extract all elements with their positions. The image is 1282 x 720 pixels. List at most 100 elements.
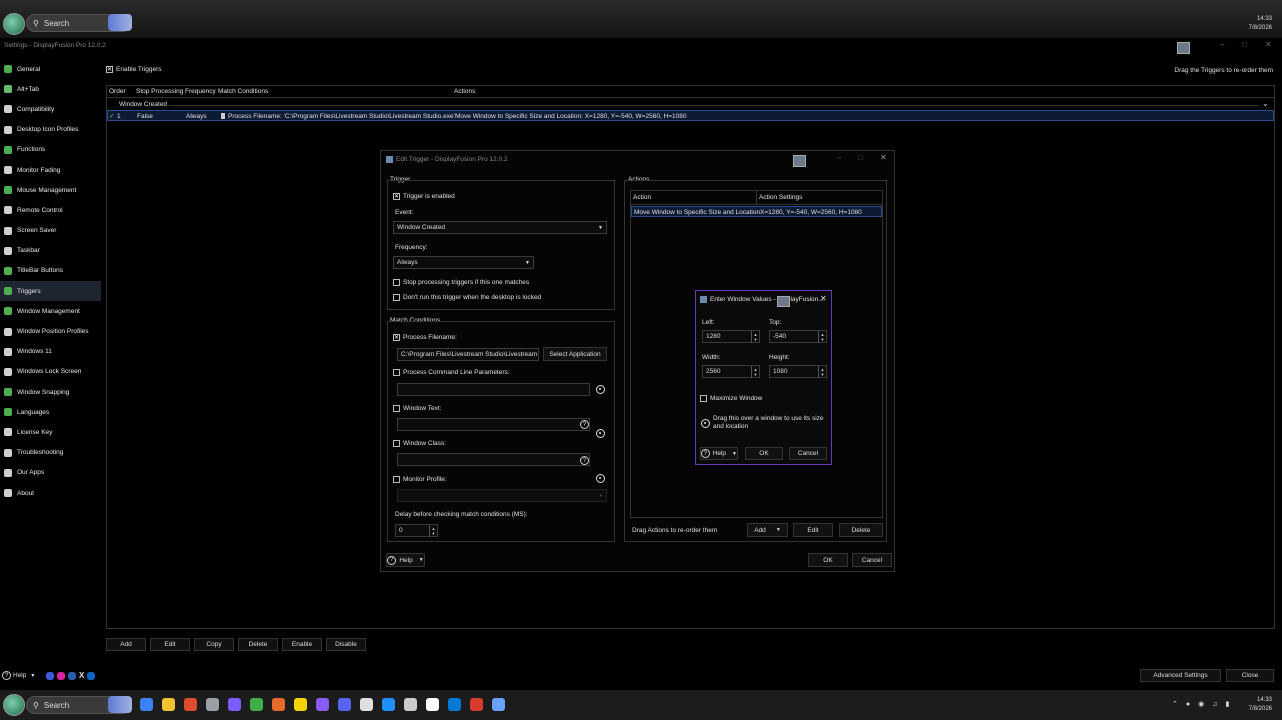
cancel-button[interactable]: Cancel [852, 553, 892, 567]
spinner-icon[interactable]: ▲ ▼ [751, 366, 759, 378]
linkedin-icon[interactable] [87, 671, 96, 680]
disable-trigger-button[interactable]: Disable [326, 638, 366, 651]
volume-icon[interactable]: ♫ [1212, 701, 1217, 708]
taskbar-app-icon[interactable] [338, 698, 351, 711]
sidebar-item-mouse-management[interactable]: Mouse Management [0, 180, 101, 200]
sidebar-item-functions[interactable]: Functions [0, 140, 101, 160]
start-logo-icon[interactable] [3, 13, 25, 35]
cancel-button[interactable]: Cancel [789, 447, 827, 460]
dont-run-locked-checkbox[interactable]: Don't run this trigger when the desktop … [393, 294, 541, 301]
spinner-icon[interactable]: ▲ ▼ [751, 331, 759, 343]
top-field[interactable]: -540 ▲ ▼ [769, 330, 827, 343]
taskbar-app-icon[interactable] [382, 698, 395, 711]
sidebar-item-monitor-fading[interactable]: Monitor Fading [0, 160, 101, 180]
col-action[interactable]: Action [633, 194, 651, 201]
add-trigger-button[interactable]: Add [106, 638, 146, 651]
wordpress-icon[interactable] [68, 671, 76, 680]
cmdline-checkbox[interactable]: Process Command Line Parameters: [393, 369, 510, 376]
taskbar-app-icon[interactable] [470, 698, 483, 711]
help-button[interactable]: ? Help ▼ [2, 671, 35, 680]
crosshair-target-icon[interactable] [701, 419, 710, 428]
sidebar-item-about[interactable]: About [0, 483, 101, 503]
taskbar-app-icon[interactable] [250, 698, 263, 711]
chevron-up-icon[interactable]: ⌃ [1172, 700, 1178, 708]
process-filename-field[interactable]: C:\Program Files\Livestream Studio\Lives… [397, 348, 539, 361]
instagram-icon[interactable] [57, 671, 65, 680]
select-application-button[interactable]: Select Application [543, 347, 607, 361]
sidebar-item-window-management[interactable]: Window Management [0, 301, 101, 321]
taskbar-app-icon[interactable] [294, 698, 307, 711]
spinner-icon[interactable]: ▲ ▼ [818, 331, 826, 343]
sidebar-item-alt-tab[interactable]: Alt+Tab [0, 79, 101, 99]
maximize-window-checkbox[interactable]: Maximize Window [700, 395, 762, 402]
close-button[interactable]: Close [1226, 669, 1274, 682]
sidebar-item-window-snapping[interactable]: Window Snapping [0, 382, 101, 402]
maximize-icon[interactable]: □ [858, 153, 863, 162]
taskbar-app-icon[interactable] [206, 698, 219, 711]
wifi-icon[interactable]: ◉ [1198, 700, 1204, 708]
sidebar-item-compatibility[interactable]: Compatibility [0, 99, 101, 119]
add-action-button[interactable]: Add ▼ [747, 523, 788, 537]
monitor-profile-checkbox[interactable]: Monitor Profile: [393, 476, 447, 483]
help-button[interactable]: ? Help ▼ [386, 553, 425, 567]
window-text-field[interactable] [397, 418, 590, 431]
edit-action-button[interactable]: Edit [793, 523, 833, 537]
frequency-select[interactable]: Always ▼ [393, 256, 534, 269]
window-class-checkbox[interactable]: Window Class: [393, 440, 446, 447]
sidebar-item-languages[interactable]: Languages [0, 402, 101, 422]
ok-button[interactable]: OK [745, 447, 783, 460]
window-class-field[interactable] [397, 453, 590, 466]
displayfusion-icon[interactable] [793, 155, 806, 167]
left-field[interactable]: 1280 ▲ ▼ [702, 330, 760, 343]
microphone-icon[interactable]: ● [1186, 701, 1190, 708]
sidebar-item-our-apps[interactable]: Our Apps [0, 463, 101, 483]
ok-button[interactable]: OK [808, 553, 848, 567]
sidebar-item-troubleshooting[interactable]: Troubleshooting [0, 443, 101, 463]
width-field[interactable]: 2560 ▲ ▼ [702, 365, 760, 378]
sidebar-item-titlebar-buttons[interactable]: TitleBar Buttons [0, 261, 101, 281]
taskbar-app-icon[interactable] [184, 698, 197, 711]
taskbar-app-icon[interactable] [140, 698, 153, 711]
sidebar-item-triggers[interactable]: Triggers [0, 281, 101, 302]
minimize-icon[interactable]: – [1220, 40, 1224, 49]
trigger-enabled-checkbox[interactable]: ✕ Trigger is enabled [393, 193, 455, 200]
sidebar-item-remote-control[interactable]: Remote Control [0, 200, 101, 220]
taskbar-app-icon[interactable] [316, 698, 329, 711]
enable-trigger-button[interactable]: Enable [282, 638, 322, 651]
help-button[interactable]: ? Help ▼ [700, 447, 738, 460]
facebook-icon[interactable] [46, 671, 54, 680]
col-stop-processing[interactable]: Stop Processing [136, 88, 183, 95]
delete-action-button[interactable]: Delete [839, 523, 883, 537]
chevron-down-icon[interactable]: ⌄ [1262, 99, 1269, 108]
crosshair-target-icon[interactable] [596, 429, 605, 438]
minimize-icon[interactable]: – [837, 153, 841, 162]
close-icon[interactable]: ✕ [1265, 40, 1272, 49]
sidebar-item-screen-saver[interactable]: Screen Saver [0, 221, 101, 241]
stop-processing-checkbox[interactable]: Stop processing triggers if this one mat… [393, 279, 529, 286]
col-frequency[interactable]: Frequency [185, 88, 216, 95]
taskbar-app-icon[interactable] [404, 698, 417, 711]
sidebar-item-general[interactable]: General [0, 59, 101, 79]
crosshair-target-icon[interactable] [596, 474, 605, 483]
start-logo-icon[interactable] [3, 694, 25, 716]
help-icon[interactable]: ? [580, 420, 589, 429]
process-filename-checkbox[interactable]: ✕ Process Filename: [393, 334, 457, 341]
taskbar-app-icon[interactable] [360, 698, 373, 711]
taskbar-app-icon[interactable] [448, 698, 461, 711]
sidebar-item-window-position-profiles[interactable]: Window Position Profiles [0, 321, 101, 341]
close-icon[interactable]: ✕ [820, 294, 827, 303]
taskbar-app-icon[interactable] [426, 698, 439, 711]
col-actions[interactable]: Actions [454, 88, 475, 95]
taskbar-app-icon[interactable] [272, 698, 285, 711]
sidebar-item-windows-11[interactable]: Windows 11 [0, 342, 101, 362]
advanced-settings-button[interactable]: Advanced Settings [1140, 669, 1221, 682]
crosshair-target-icon[interactable] [596, 385, 605, 394]
spinner-icon[interactable]: ▲ ▼ [818, 366, 826, 378]
taskbar-app-icon[interactable] [492, 698, 505, 711]
help-icon[interactable]: ? [580, 456, 589, 465]
col-action-settings[interactable]: Action Settings [759, 194, 802, 201]
spinner-icon[interactable]: ▲ ▼ [429, 525, 437, 537]
event-select[interactable]: Window Created ▼ [393, 221, 607, 234]
sidebar-item-windows-lock-screen[interactable]: Windows Lock Screen [0, 362, 101, 382]
sidebar-item-taskbar[interactable]: Taskbar [0, 241, 101, 261]
